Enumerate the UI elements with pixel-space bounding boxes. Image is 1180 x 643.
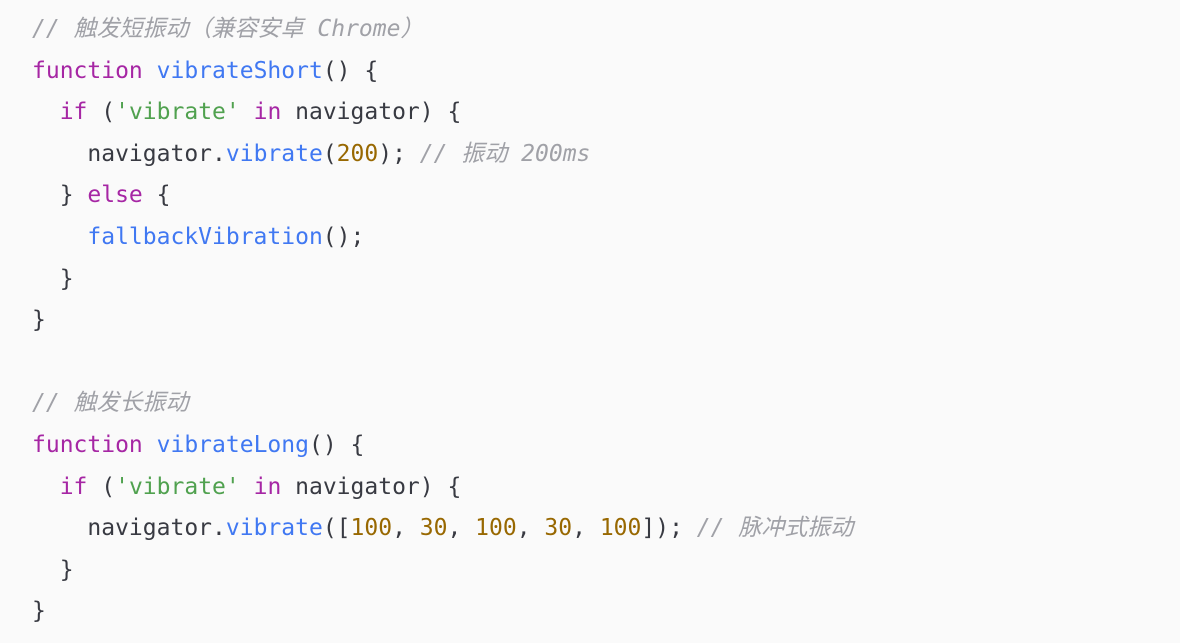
code-token: navigator) { [281, 99, 462, 126]
code-token: , [572, 515, 600, 542]
code-token: function [32, 431, 143, 458]
code-token: fallbackVibration [87, 223, 323, 250]
code-token: 'vibrate' [115, 473, 240, 500]
code-token: ([ [322, 515, 351, 542]
code-comment: // 脉冲式振动 [696, 515, 854, 542]
code-token: ( [87, 473, 116, 500]
code-token: if [59, 473, 88, 500]
code-token: { [142, 182, 171, 209]
code-token: , [516, 515, 545, 542]
code-line: function vibrateShort() { [32, 51, 1180, 93]
code-comment: // 振动 200ms [419, 140, 591, 167]
code-token: 'vibrate' [115, 99, 240, 126]
code-token: ]); [641, 515, 697, 542]
code-line: } [32, 550, 1180, 592]
code-comment: // 触发短振动（兼容安卓 Chrome） [32, 16, 424, 42]
code-token: } [32, 265, 74, 292]
code-token: , [392, 515, 420, 542]
code-token: vibrateLong [156, 431, 309, 458]
code-token: function [32, 57, 143, 84]
code-line: navigator.vibrate(200); // 振动 200ms [32, 134, 1180, 176]
code-token: navigator) { [281, 473, 462, 500]
code-line: } [32, 259, 1180, 301]
code-line: } else { [32, 175, 1180, 217]
code-line: // 触发长振动 [32, 383, 1180, 425]
code-token: } [32, 598, 46, 625]
code-token: ); [378, 140, 420, 167]
code-token: (); [322, 223, 365, 250]
code-token: vibrate [225, 515, 323, 542]
code-token: , [447, 515, 476, 542]
code-comment: // 触发长振动 [32, 390, 189, 417]
code-token: ( [87, 99, 116, 126]
code-block: // 触发短振动（兼容安卓 Chrome） function vibrateSho… [0, 0, 1180, 643]
code-token: in [253, 473, 282, 500]
code-token: } [32, 307, 46, 334]
code-token: 30 [544, 515, 573, 542]
code-token: 100 [350, 515, 393, 542]
code-token: else [87, 182, 143, 209]
code-token: navigator. [32, 515, 226, 542]
code-token: in [253, 99, 282, 126]
code-line: // 触发短振动（兼容安卓 Chrome） [32, 9, 1180, 51]
code-line: function vibrateLong() { [32, 425, 1180, 467]
code-token: 200 [336, 140, 379, 167]
code-token: vibrate [225, 140, 323, 167]
code-token: () { [308, 431, 365, 458]
code-token: 100 [475, 515, 517, 542]
code-token: vibrateShort [156, 57, 323, 84]
code-token: () { [322, 57, 379, 84]
code-token: ( [322, 140, 337, 167]
code-token: 30 [419, 515, 448, 542]
code-token: if [59, 99, 88, 126]
code-line: } [32, 300, 1180, 342]
code-line: navigator.vibrate([100, 30, 100, 30, 100… [32, 508, 1180, 550]
code-line: if ('vibrate' in navigator) { [32, 467, 1180, 509]
code-token: 100 [599, 515, 642, 542]
code-line: if ('vibrate' in navigator) { [32, 92, 1180, 134]
code-token: navigator. [32, 140, 226, 167]
code-token: } [32, 556, 74, 583]
code-line: fallbackVibration(); [32, 217, 1180, 259]
code-token: } [32, 182, 88, 209]
code-line: } [32, 591, 1180, 633]
